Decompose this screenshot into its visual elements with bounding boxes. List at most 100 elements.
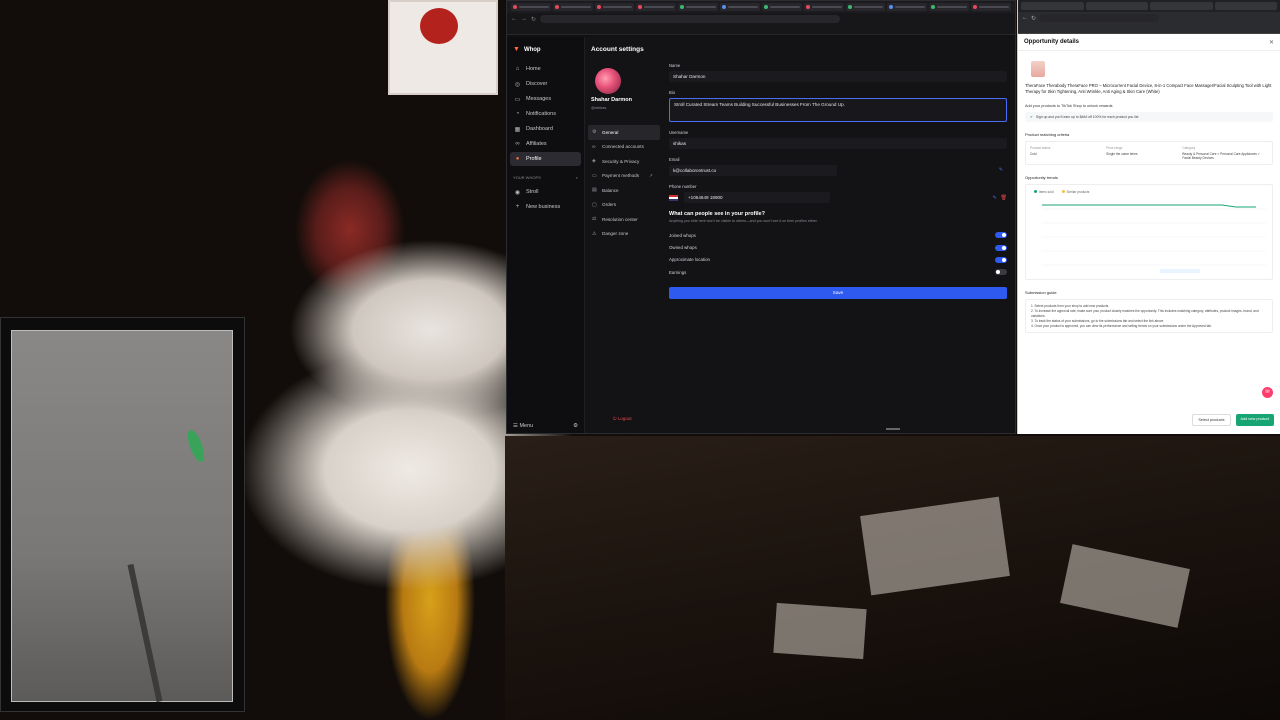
browser-tab-strip[interactable] — [1018, 0, 1280, 12]
whop-brand: Whop — [523, 46, 541, 53]
back-icon[interactable]: ← — [1022, 15, 1028, 21]
forward-icon[interactable]: → — [521, 16, 527, 22]
settings-icon: ⚙ — [592, 129, 597, 136]
whop-logo-icon: ▼ — [513, 46, 520, 53]
page-title: Account settings — [591, 46, 644, 53]
country-flag-icon[interactable] — [669, 194, 678, 201]
menu-button[interactable]: ☰ Menu — [513, 423, 533, 429]
settings-item-danger-zone[interactable]: ⚠ Danger zone — [588, 227, 660, 242]
whop-item-label: Stroll — [526, 189, 539, 195]
email-label: Email — [669, 157, 680, 162]
logout-icon: ⏻ — [613, 416, 617, 421]
delete-phone-icon[interactable]: 🗑 — [1001, 195, 1007, 201]
add-products-line: Add your products to TikTok Shop to unlo… — [1025, 104, 1273, 108]
browser-address-row: ← → ↻ — [507, 13, 1015, 25]
joined-whops-toggle[interactable] — [995, 232, 1007, 239]
settings-item-balance[interactable]: ▤ Balance — [588, 183, 660, 198]
card-icon: ▭ — [592, 172, 597, 179]
trends-heading: Opportunity trends — [1025, 175, 1058, 181]
browser-tab-strip[interactable] — [507, 1, 1015, 13]
webcam-feed — [11, 330, 233, 703]
phone-label: Phone number — [669, 184, 697, 189]
email-field[interactable]: k@collaborontrust.co ✎ — [669, 165, 1003, 176]
edit-email-icon[interactable]: ✎ — [999, 167, 1003, 173]
sidebar-item-label: Profile — [526, 156, 542, 162]
criteria-heading: Product matching criteria — [1025, 132, 1070, 138]
settings-item-payment-methods[interactable]: ▭ Payment methods ↗ — [588, 169, 660, 184]
sidebar-item-messages[interactable]: ▭ Messages — [510, 92, 581, 106]
close-icon[interactable]: ✕ — [1269, 39, 1274, 46]
new-business-label: New business — [526, 204, 561, 210]
sidebar-item-discover[interactable]: ◎ Discover — [510, 77, 581, 91]
sidebar-item-dashboard[interactable]: ▦ Dashboard — [510, 122, 581, 136]
sidebar-item-label: Discover — [526, 81, 548, 87]
settings-item-resolution-center[interactable]: ⚖ Resolution center — [588, 212, 660, 227]
settings-item-general[interactable]: ⚙ General — [588, 125, 660, 140]
sidebar-item-notifications[interactable]: ◔ Notifications — [510, 107, 581, 121]
whop-item-stroll[interactable]: ◉ Stroll — [510, 185, 581, 199]
reload-icon[interactable]: ↻ — [531, 16, 536, 23]
avatar[interactable] — [595, 68, 621, 94]
settings-item-orders[interactable]: ▢ Orders — [588, 198, 660, 213]
reward-banner-text: Sign up and you'll earn up to $### off 1… — [1035, 115, 1139, 120]
dashboard-icon: ▦ — [514, 126, 521, 133]
whop-browser-window: ← → ↻ ▼ Whop ⌂ Home ◎ Discover ▭ Messages ◔… — [506, 0, 1016, 434]
compass-icon: ◎ — [514, 81, 521, 88]
home-icon: ⌂ — [515, 66, 520, 72]
toggle-label: Earnings — [669, 269, 687, 275]
settings-nav: ⚙ General ∞ Connected accounts ◈ Security &… — [588, 125, 660, 241]
name-field[interactable]: Shahar Darmon — [669, 71, 1007, 82]
profile-name: Shahar Darmon — [591, 97, 632, 103]
add-new-product-button[interactable]: Add new product — [1235, 414, 1274, 426]
address-bar[interactable] — [540, 15, 841, 23]
your-whops-header: YOUR WHOPS ⌕ — [507, 167, 584, 184]
address-bar[interactable] — [1039, 14, 1160, 22]
settings-item-connected-accounts[interactable]: ∞ Connected accounts — [588, 140, 660, 155]
shield-icon: ◈ — [592, 158, 596, 165]
sidebar-item-affiliates[interactable]: ∞ Affiliates — [510, 137, 581, 151]
opportunity-browser-window: ← ↻ Opportunity details ✕ TheraFace Ther… — [1017, 0, 1280, 434]
settings-item-label: Connected accounts — [602, 144, 644, 150]
username-label: Username — [669, 130, 689, 135]
owned-whops-toggle[interactable] — [995, 244, 1007, 251]
save-button[interactable]: Save — [669, 286, 1007, 299]
desk-area — [505, 436, 1280, 720]
approximate-location-toggle[interactable] — [995, 256, 1007, 263]
settings-item-security[interactable]: ◈ Security & Privacy — [588, 154, 660, 169]
whop-sidebar: ▼ Whop ⌂ Home ◎ Discover ▭ Messages ◔ Notifi… — [507, 37, 585, 433]
chat-icon: ▭ — [514, 96, 521, 103]
scale-icon: ⚖ — [592, 216, 597, 223]
search-icon[interactable]: ⌕ — [576, 175, 578, 180]
sidebar-item-label: Home — [526, 66, 541, 72]
back-icon[interactable]: ← — [511, 16, 517, 22]
username-field[interactable]: shikas — [669, 138, 1007, 149]
sidebar-item-label: Notifications — [526, 111, 556, 117]
earnings-toggle[interactable] — [995, 269, 1007, 276]
account-settings-panel: Account settings Shahar Darmon @shikas ⚙… — [585, 37, 1015, 433]
whop-logo[interactable]: ▼ Whop — [507, 43, 584, 61]
logout-label: Logout — [617, 416, 632, 421]
reload-icon[interactable]: ↻ — [1031, 15, 1036, 22]
settings-icon[interactable]: ⚙ — [573, 423, 578, 429]
toggle-label: Joined whops — [669, 232, 696, 238]
check-icon: ✔ — [1030, 115, 1033, 120]
bell-icon: ◔ — [515, 111, 520, 117]
window-resize-handle[interactable] — [886, 428, 900, 430]
edit-phone-icon[interactable]: ✎ — [992, 195, 996, 201]
sidebar-item-profile[interactable]: ● Profile — [510, 152, 581, 166]
bio-field[interactable]: Stroll Curated Stream Teams Building Suc… — [669, 98, 1007, 122]
chat-icon[interactable]: ✉ — [1262, 387, 1273, 398]
settings-item-label: Orders — [602, 202, 617, 208]
user-icon: ● — [515, 156, 520, 162]
settings-item-label: Balance — [602, 187, 619, 193]
new-business-button[interactable]: + New business — [510, 200, 581, 214]
email-value: k@collaborontrust.co — [673, 168, 717, 173]
wallet-icon: ▤ — [592, 187, 597, 194]
select-products-button[interactable]: Select products — [1192, 414, 1231, 426]
sidebar-item-home[interactable]: ⌂ Home — [510, 62, 581, 76]
logout-button[interactable]: ⏻ Logout — [613, 416, 632, 421]
phone-field[interactable]: +1054649 18900 — [684, 192, 830, 203]
items-sold-line — [1042, 204, 1256, 208]
criteria-value: Cold — [1030, 152, 1037, 157]
settings-item-label: Danger zone — [602, 231, 629, 237]
